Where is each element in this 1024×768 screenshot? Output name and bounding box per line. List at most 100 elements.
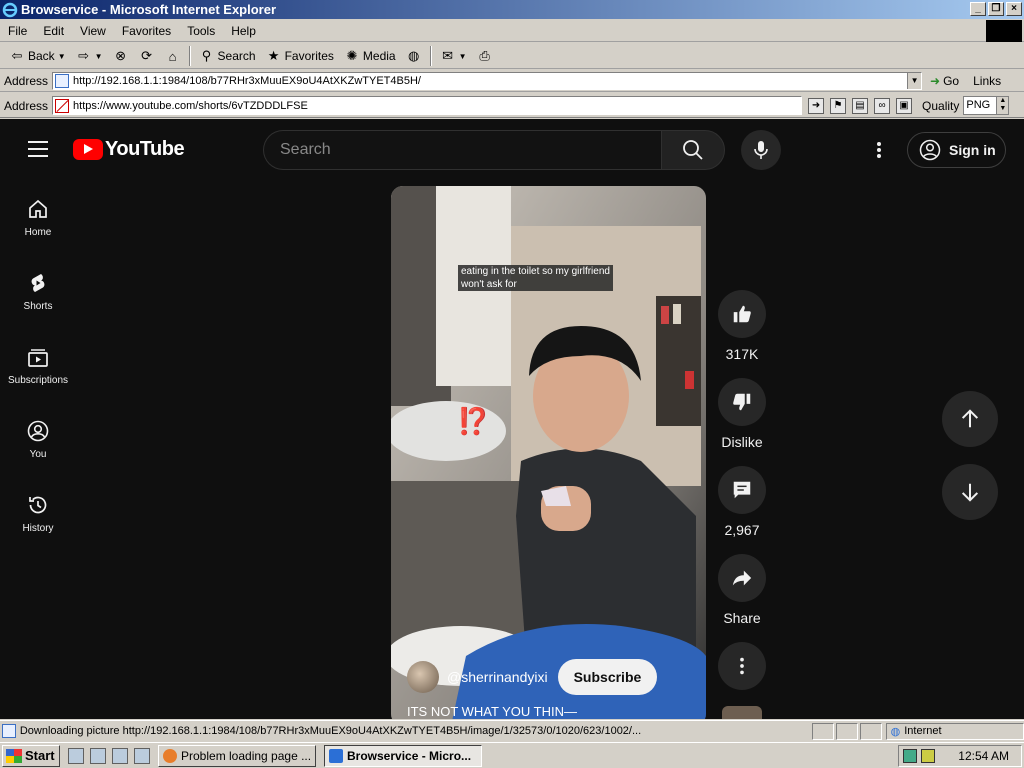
quick-launch [68, 747, 150, 764]
close-button[interactable]: × [1006, 2, 1022, 16]
channel-avatar[interactable] [407, 661, 439, 693]
history-button[interactable]: ◍ [401, 45, 427, 67]
clock[interactable]: 12:54 AM [958, 749, 1009, 763]
refresh-button[interactable]: ⟳ [134, 45, 160, 67]
youtube-logo[interactable]: YouTube [73, 138, 185, 161]
links-button[interactable]: Links [973, 74, 1001, 88]
menu-favorites[interactable]: Favorites [114, 24, 179, 38]
more-options-button[interactable] [718, 642, 766, 690]
next-short-button[interactable] [942, 464, 998, 520]
navigate-icon[interactable]: ➜ [808, 97, 825, 114]
menu-view[interactable]: View [72, 24, 114, 38]
minimize-button[interactable]: _ [970, 2, 986, 16]
mail-button[interactable]: ✉ ▼ [435, 45, 472, 67]
tray-app-icon[interactable] [921, 749, 935, 763]
address-dropdown-button[interactable]: ▼ [907, 72, 922, 89]
like-action: 317K [718, 290, 766, 362]
share-icon [732, 570, 752, 586]
like-button[interactable] [718, 290, 766, 338]
address-input[interactable]: http://192.168.1.1:1984/108/b77RHr3xMuuE… [52, 71, 923, 90]
forward-button[interactable]: ⇨ ▼ [71, 45, 108, 67]
go-button[interactable]: ➜ Go [930, 74, 959, 88]
overlay-emoji: ⁉️ [457, 406, 490, 436]
comment-count: 2,967 [724, 522, 760, 538]
system-tray: 12:54 AM [898, 745, 1022, 767]
search-input[interactable]: Search [263, 130, 661, 170]
comments-button[interactable] [718, 466, 766, 514]
browservice-url: https://www.youtube.com/shorts/6vTZDDDLF… [73, 99, 308, 112]
window-title: Browservice - Microsoft Internet Explore… [21, 2, 277, 17]
menu-help[interactable]: Help [223, 24, 264, 38]
history-globe-icon: ◍ [407, 48, 420, 63]
media-button[interactable]: ✺ Media [339, 45, 401, 67]
quality-label: Quality [922, 98, 960, 113]
channel-name[interactable]: @sherrinandyixi [447, 669, 548, 685]
sidebar-item-history[interactable]: History [0, 477, 76, 549]
short-title[interactable]: ITS NOT WHAT YOU THIN— [407, 704, 577, 719]
search-button[interactable]: ⚲ Search [194, 45, 261, 67]
share-action: Share [718, 554, 766, 626]
previous-short-button[interactable] [942, 391, 998, 447]
sound-thumbnail[interactable] [722, 706, 762, 719]
favorites-icon: ★ [267, 48, 280, 63]
paste-icon[interactable]: ▣ [896, 97, 913, 114]
quality-select[interactable]: PNG ▲ ▼ [963, 96, 1010, 115]
subscribe-button[interactable]: Subscribe [557, 659, 658, 695]
outlook-icon[interactable] [112, 747, 128, 764]
account-icon [919, 139, 941, 161]
start-button[interactable]: Start [2, 744, 60, 767]
more-vertical-icon [740, 657, 744, 675]
sidebar-item-you[interactable]: You [0, 403, 76, 475]
you-icon [27, 420, 49, 442]
refresh-icon: ⟳ [141, 48, 152, 63]
stop-button[interactable]: ⊗ [108, 45, 134, 67]
network-icon[interactable] [903, 749, 917, 763]
menu-hamburger-icon[interactable] [28, 141, 48, 157]
windows-flag-icon [6, 748, 22, 763]
maximize-button[interactable]: ❐ [988, 2, 1004, 16]
settings-more-icon[interactable] [870, 139, 888, 161]
shorts-video-player[interactable]: eating in the toilet so my girlfriend wo… [391, 186, 706, 719]
explorer-icon[interactable] [134, 747, 150, 764]
share-button[interactable] [718, 554, 766, 602]
ie-address-bar: Address http://192.168.1.1:1984/108/b77R… [0, 70, 1024, 92]
arrow-down-icon [961, 483, 979, 502]
back-button[interactable]: ⇦ Back ▼ [4, 45, 71, 67]
quality-spinner[interactable]: ▲ ▼ [996, 97, 1009, 114]
search-icon [683, 140, 703, 160]
address-url: http://192.168.1.1:1984/108/b77RHr3xMuuE… [73, 74, 421, 87]
ie-logo-icon [2, 2, 18, 17]
dislike-action: Dislike [718, 378, 766, 450]
browservice-address-label: Address [4, 98, 49, 113]
channel-row: @sherrinandyixi Subscribe [407, 659, 658, 695]
search-button[interactable] [661, 130, 725, 170]
shorts-icon [31, 274, 45, 292]
taskbar-item-browservice[interactable]: Browservice - Micro... [324, 744, 482, 767]
window-titlebar: Browservice - Microsoft Internet Explore… [0, 0, 1024, 19]
show-desktop-icon[interactable] [68, 747, 84, 764]
menu-file[interactable]: File [0, 24, 35, 38]
dislike-label: Dislike [721, 434, 763, 450]
menu-tools[interactable]: Tools [179, 24, 223, 38]
find-icon[interactable]: ∞ [874, 97, 891, 114]
browservice-url-input[interactable]: https://www.youtube.com/shorts/6vTZDDDLF… [52, 96, 803, 115]
comment-icon [733, 481, 751, 499]
ie-quicklaunch-icon[interactable] [90, 747, 106, 764]
menu-bar: File Edit View Favorites Tools Help [0, 20, 1024, 42]
favorites-button[interactable]: ★ Favorites [261, 45, 339, 67]
clipboard-icon[interactable]: ▤ [852, 97, 869, 114]
taskbar-item-firefox[interactable]: Problem loading page ... [158, 744, 316, 767]
status-page-icon [2, 724, 16, 738]
sidebar-item-shorts[interactable]: Shorts [0, 255, 76, 327]
sidebar-item-subscriptions[interactable]: Subscriptions [0, 329, 76, 401]
dislike-button[interactable] [718, 378, 766, 426]
status-text: Downloading picture http://192.168.1.1:1… [19, 725, 642, 737]
sign-in-button[interactable]: Sign in [907, 132, 1006, 168]
menu-edit[interactable]: Edit [35, 24, 72, 38]
home-button[interactable]: ⌂ [160, 45, 186, 67]
print-button[interactable]: ⎙ [472, 45, 498, 67]
sidebar-item-home[interactable]: Home [0, 181, 76, 253]
bookmark-icon[interactable]: ⚑ [830, 97, 847, 114]
thumbs-up-icon [733, 305, 751, 323]
voice-search-button[interactable] [741, 130, 781, 170]
